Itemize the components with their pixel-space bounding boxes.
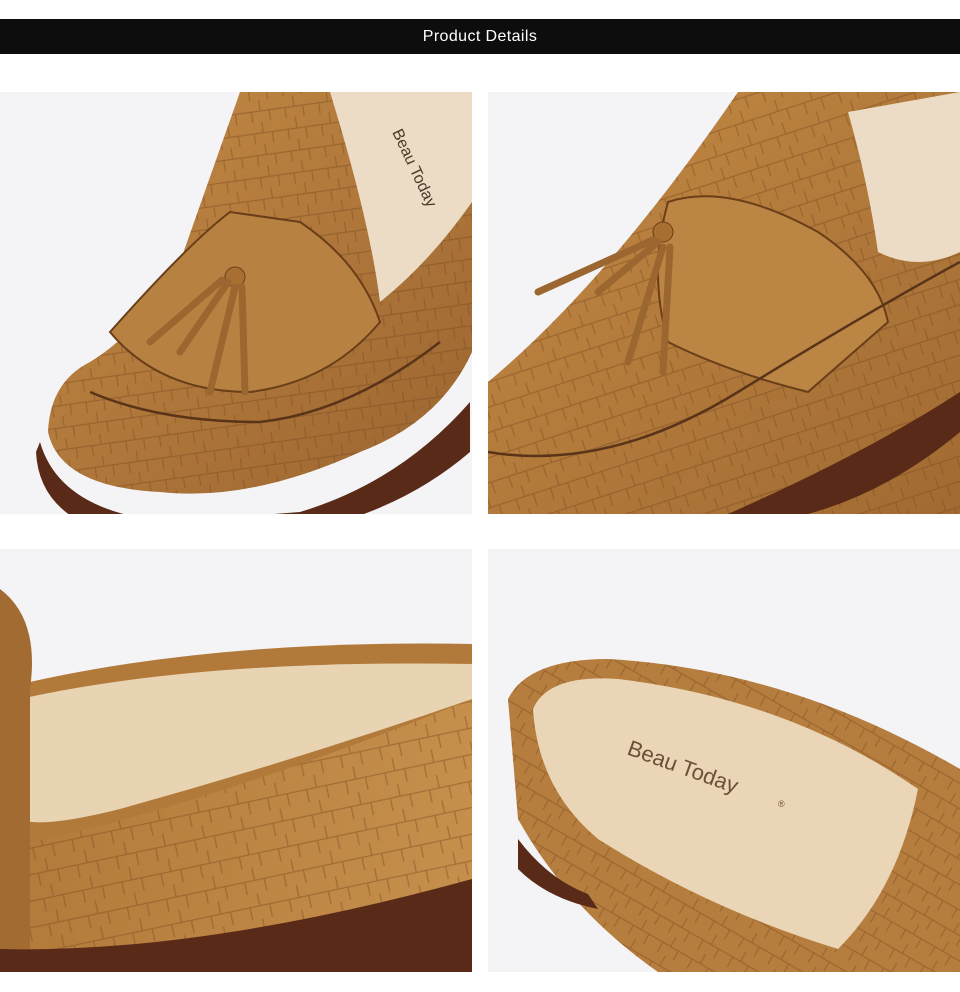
- registered-mark: ®: [778, 799, 785, 809]
- product-photo-toe-front: Beau Today: [0, 92, 472, 514]
- header-bar: Product Details: [0, 19, 960, 54]
- product-photo-insole: Beau Today ®: [488, 549, 960, 972]
- product-photo-side: [0, 549, 472, 972]
- page-title: Product Details: [422, 27, 538, 45]
- product-photo-toe-angled: [488, 92, 960, 514]
